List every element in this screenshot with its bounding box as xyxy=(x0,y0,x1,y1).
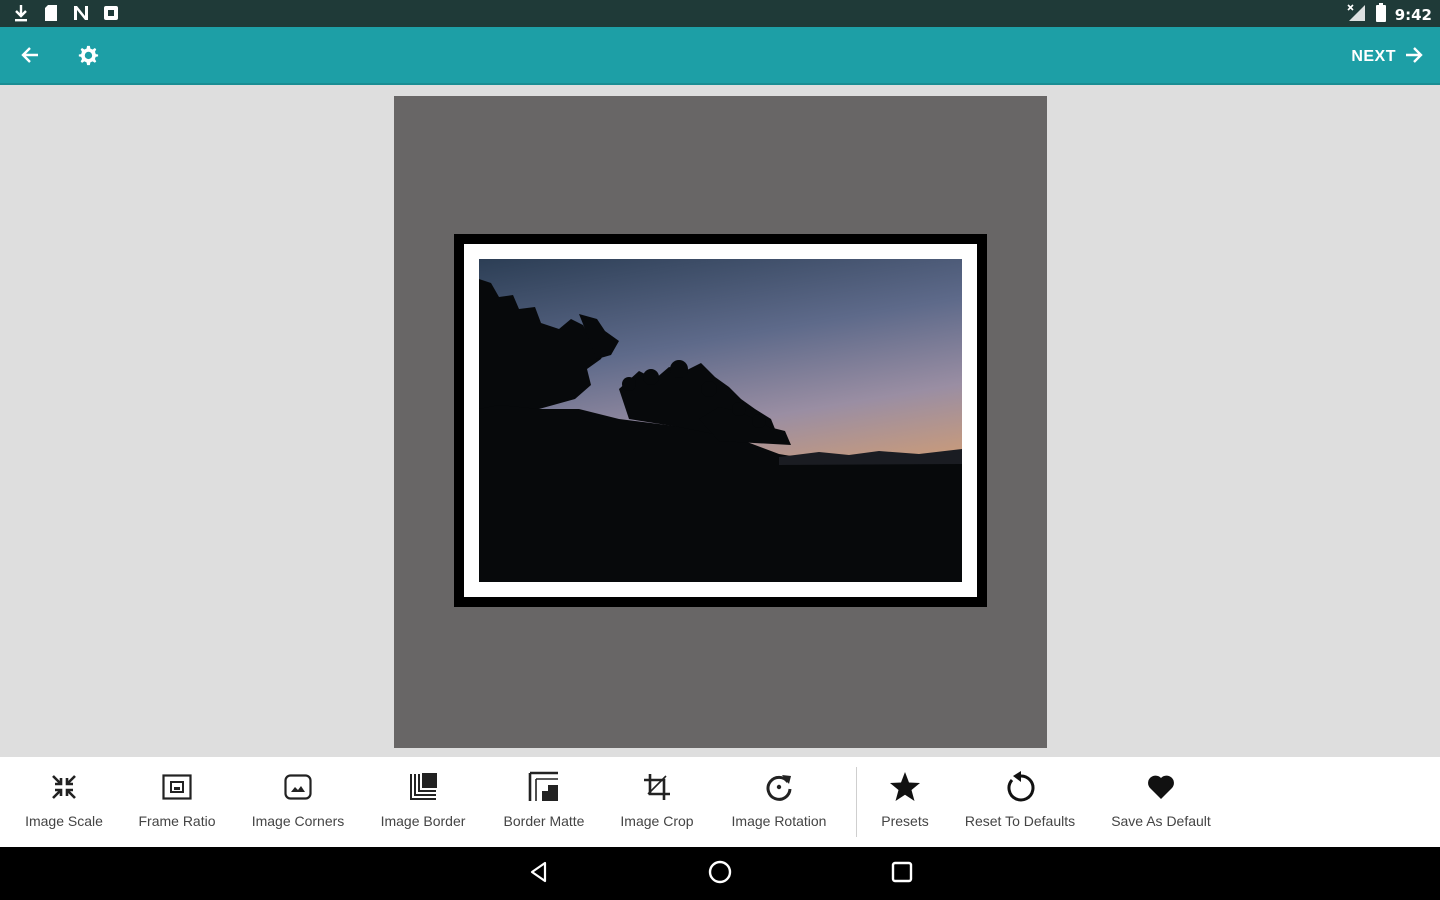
tool-label: Presets xyxy=(881,813,929,829)
back-triangle-icon xyxy=(527,860,551,888)
frame-ratio-button[interactable]: Frame Ratio xyxy=(127,769,227,839)
nav-home-button[interactable] xyxy=(705,859,735,889)
app-bar: NEXT xyxy=(0,27,1440,85)
tool-label: Image Corners xyxy=(251,813,345,829)
border-matte xyxy=(464,244,977,597)
tool-label: Border Matte xyxy=(503,813,585,829)
tool-label: Save As Default xyxy=(1111,813,1211,829)
star-icon xyxy=(887,769,923,805)
recents-square-icon xyxy=(891,861,913,887)
app-screen: 9:42 NEXT Image Scale Frame Ratio Image … xyxy=(0,0,1440,900)
tool-label: Image Border xyxy=(380,813,466,829)
scale-arrows-icon xyxy=(46,769,82,805)
tool-label: Reset To Defaults xyxy=(964,813,1076,829)
square-notification-icon xyxy=(102,4,120,22)
n-notification-icon xyxy=(72,4,90,22)
toolbar-divider xyxy=(856,767,857,837)
arrow-right-icon xyxy=(1404,45,1424,69)
nav-back-button[interactable] xyxy=(524,859,554,889)
frame-ratio-icon xyxy=(159,769,195,805)
next-label: NEXT xyxy=(1351,48,1396,65)
image-corners-button[interactable]: Image Corners xyxy=(242,769,354,839)
tool-label: Image Rotation xyxy=(731,813,827,829)
tool-label: Frame Ratio xyxy=(138,813,216,829)
presets-button[interactable]: Presets xyxy=(870,769,940,839)
image-corners-icon xyxy=(280,769,316,805)
border-matte-button[interactable]: Border Matte xyxy=(492,769,596,839)
home-circle-icon xyxy=(707,859,733,889)
arrow-left-icon xyxy=(20,45,40,69)
editor-toolbar: Image Scale Frame Ratio Image Corners Im… xyxy=(0,757,1440,847)
status-bar: 9:42 xyxy=(0,0,1440,27)
image-scale-button[interactable]: Image Scale xyxy=(14,769,114,839)
tool-label: Image Crop xyxy=(620,813,694,829)
reset-icon xyxy=(1002,769,1038,805)
frame-background[interactable] xyxy=(394,96,1047,748)
clock: 9:42 xyxy=(1394,6,1432,24)
next-button[interactable]: NEXT xyxy=(1351,41,1424,73)
crop-icon xyxy=(639,769,675,805)
signal-icon xyxy=(1347,4,1367,26)
image-border xyxy=(454,234,987,607)
system-nav-bar xyxy=(0,847,1440,900)
reset-to-defaults-button[interactable]: Reset To Defaults xyxy=(954,769,1086,839)
heart-icon xyxy=(1143,769,1179,805)
image-border-button[interactable]: Image Border xyxy=(370,769,476,839)
image-border-icon xyxy=(405,769,441,805)
battery-icon xyxy=(1375,3,1387,27)
border-matte-icon xyxy=(526,769,562,805)
canvas-area xyxy=(0,87,1440,757)
download-icon xyxy=(12,4,30,22)
settings-button[interactable] xyxy=(72,41,104,73)
tool-label: Image Scale xyxy=(25,813,103,829)
sd-card-icon xyxy=(42,4,60,22)
image-crop-button[interactable]: Image Crop xyxy=(610,769,704,839)
image-rotation-button[interactable]: Image Rotation xyxy=(720,769,838,839)
photo-preview[interactable] xyxy=(479,259,962,582)
back-button[interactable] xyxy=(14,41,46,73)
save-as-default-button[interactable]: Save As Default xyxy=(1100,769,1222,839)
gear-icon xyxy=(77,44,99,70)
nav-recents-button[interactable] xyxy=(887,859,917,889)
rotate-icon xyxy=(761,769,797,805)
